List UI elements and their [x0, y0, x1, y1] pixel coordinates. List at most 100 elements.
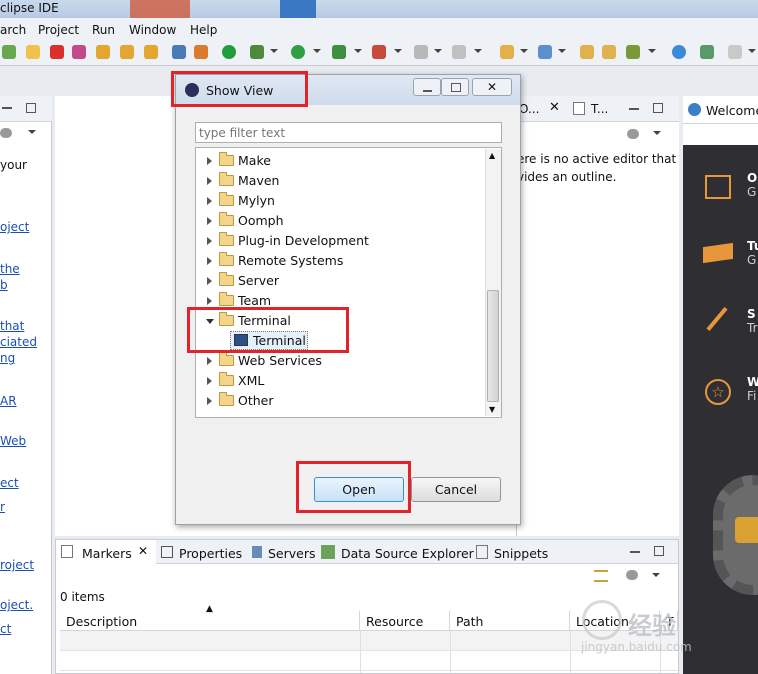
- new-project-icon[interactable]: [500, 45, 514, 59]
- debug-icon[interactable]: [250, 45, 264, 59]
- disconnect-icon[interactable]: [72, 45, 86, 59]
- chevron-down-icon[interactable]: [313, 49, 321, 53]
- tree-item-other[interactable]: Other: [196, 391, 484, 411]
- menu-window[interactable]: Window: [129, 23, 176, 37]
- maximize-icon[interactable]: [653, 103, 663, 113]
- run-tool-icon[interactable]: [332, 45, 346, 59]
- left-panel-link[interactable]: b: [0, 278, 8, 292]
- welcome-item-title[interactable]: Tu: [747, 239, 758, 253]
- expand-arrow-icon[interactable]: [207, 357, 212, 365]
- step-into-icon[interactable]: [96, 45, 110, 59]
- tab-data-source-explorer[interactable]: Data Source Explorer: [341, 546, 474, 561]
- wand-icon[interactable]: [626, 45, 640, 59]
- chevron-down-icon[interactable]: [354, 49, 362, 53]
- scroll-down-icon[interactable]: ▼: [489, 405, 495, 414]
- maximize-icon[interactable]: [654, 546, 664, 556]
- open-file-icon[interactable]: [602, 45, 616, 59]
- tab-outline[interactable]: O...: [519, 102, 539, 116]
- chevron-down-icon[interactable]: [648, 49, 656, 53]
- scrollbar-thumb[interactable]: [487, 290, 499, 402]
- left-panel-link[interactable]: ng: [0, 351, 15, 365]
- welcome-item-title[interactable]: S: [747, 307, 756, 321]
- expand-arrow-icon[interactable]: [207, 197, 212, 205]
- left-panel-link[interactable]: r: [0, 500, 5, 514]
- column-resource[interactable]: Resource: [360, 611, 450, 631]
- tree-item-remote-systems[interactable]: Remote Systems: [196, 251, 484, 271]
- stop-icon[interactable]: [50, 45, 64, 59]
- next-annotation-icon[interactable]: [700, 45, 714, 59]
- scroll-up-icon[interactable]: ▲: [489, 151, 495, 160]
- left-panel-link[interactable]: the: [0, 262, 20, 276]
- chevron-down-icon[interactable]: [652, 573, 660, 577]
- external-tools-icon[interactable]: [372, 45, 386, 59]
- welcome-tab[interactable]: Welcome: [683, 96, 758, 124]
- column-path[interactable]: Path: [450, 611, 570, 631]
- menu-help[interactable]: Help: [190, 23, 217, 37]
- left-panel-link[interactable]: oject: [0, 220, 29, 234]
- menu-project[interactable]: Project: [38, 23, 79, 37]
- step-return-icon[interactable]: [144, 45, 158, 59]
- minimize-button[interactable]: [413, 78, 441, 96]
- view-menu-icon[interactable]: [627, 129, 639, 139]
- tree-item-make[interactable]: Make: [196, 151, 484, 171]
- tab-properties[interactable]: Properties: [179, 546, 242, 561]
- cancel-button[interactable]: Cancel: [411, 477, 501, 502]
- globe-icon[interactable]: [672, 45, 686, 59]
- tree-item-maven[interactable]: Maven: [196, 171, 484, 191]
- tab-task-list[interactable]: T...: [591, 102, 608, 116]
- navigate-icon[interactable]: [728, 45, 742, 59]
- expand-arrow-icon[interactable]: [207, 397, 212, 405]
- minimize-icon[interactable]: [629, 108, 639, 110]
- left-panel-link[interactable]: Web: [0, 434, 26, 448]
- expand-arrow-icon[interactable]: [207, 297, 212, 305]
- expand-arrow-icon[interactable]: [207, 177, 212, 185]
- power-icon[interactable]: [222, 45, 236, 59]
- left-panel-link[interactable]: that: [0, 319, 24, 333]
- expand-arrow-icon[interactable]: [207, 377, 212, 385]
- settings-icon[interactable]: [538, 45, 552, 59]
- close-button[interactable]: ✕: [472, 78, 512, 96]
- left-panel-link[interactable]: ciated: [0, 335, 37, 349]
- run-icon[interactable]: [291, 45, 305, 59]
- close-icon[interactable]: ✕: [138, 544, 148, 558]
- filter-input[interactable]: [195, 122, 502, 143]
- play-icon[interactable]: [2, 45, 16, 59]
- welcome-item-title[interactable]: O: [747, 171, 757, 185]
- tree-scrollbar[interactable]: ▲ ▼: [485, 149, 501, 416]
- minimize-icon[interactable]: [630, 551, 640, 553]
- chevron-down-icon[interactable]: [394, 49, 402, 53]
- minimize-icon[interactable]: [2, 107, 12, 109]
- expand-arrow-icon[interactable]: [207, 257, 212, 265]
- expand-arrow-icon[interactable]: [207, 237, 212, 245]
- chevron-down-icon[interactable]: [653, 131, 661, 135]
- view-menu-icon[interactable]: [626, 570, 638, 580]
- expand-arrow-icon[interactable]: [207, 157, 212, 165]
- left-panel-link[interactable]: ct: [0, 622, 11, 636]
- close-icon[interactable]: ✕: [549, 100, 560, 115]
- chevron-down-icon[interactable]: [748, 49, 756, 53]
- expand-arrow-icon[interactable]: [207, 277, 212, 285]
- left-panel-link[interactable]: roject: [0, 558, 34, 572]
- skip-breakpoints-icon[interactable]: [194, 45, 208, 59]
- chevron-down-icon[interactable]: [520, 49, 528, 53]
- menu-search[interactable]: arch: [0, 23, 26, 37]
- left-panel-link[interactable]: AR: [0, 394, 17, 408]
- welcome-item-title[interactable]: W: [747, 375, 758, 389]
- tree-item-oomph[interactable]: Oomph: [196, 211, 484, 231]
- chevron-down-icon[interactable]: [28, 130, 36, 134]
- view-menu-icon[interactable]: [0, 128, 12, 138]
- left-panel-link[interactable]: oject.: [0, 598, 33, 612]
- tab-servers[interactable]: Servers: [268, 546, 316, 561]
- menu-run[interactable]: Run: [92, 23, 115, 37]
- open-folder-icon[interactable]: [580, 45, 594, 59]
- tree-item-plugin-development[interactable]: Plug-in Development: [196, 231, 484, 251]
- tree-item-server[interactable]: Server: [196, 271, 484, 291]
- tree-item-mylyn[interactable]: Mylyn: [196, 191, 484, 211]
- column-description[interactable]: Description: [60, 611, 360, 631]
- maximize-icon[interactable]: [26, 103, 36, 113]
- maximize-button[interactable]: [441, 78, 469, 96]
- filter-icon[interactable]: [594, 570, 608, 582]
- chevron-down-icon[interactable]: [270, 49, 278, 53]
- open-perspective-icon[interactable]: [172, 45, 186, 59]
- pause-icon[interactable]: [26, 45, 40, 59]
